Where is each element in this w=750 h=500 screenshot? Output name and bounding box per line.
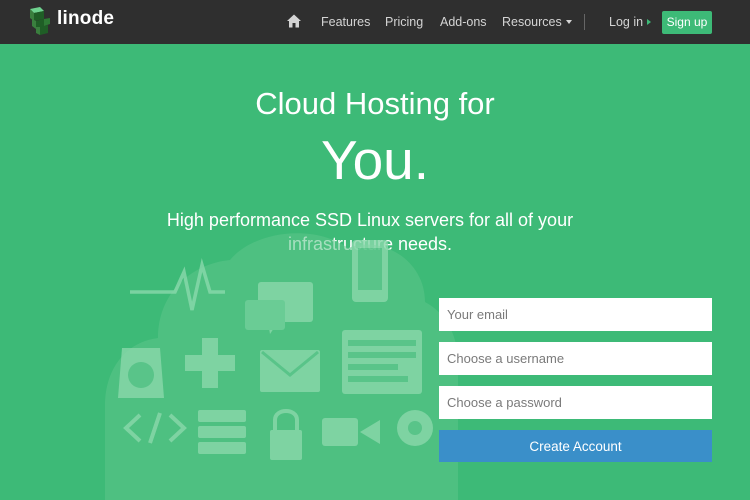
email-input[interactable] [439, 298, 712, 331]
create-account-button[interactable]: Create Account [439, 430, 712, 462]
caret-right-icon [647, 19, 652, 25]
linode-logo[interactable]: linode [26, 7, 126, 37]
hero-title: Cloud Hosting for [255, 86, 495, 121]
nav-pricing-link[interactable]: Pricing [385, 15, 423, 29]
login-link[interactable]: Log in [609, 15, 652, 29]
username-input[interactable] [439, 342, 712, 375]
brand-name: linode [57, 8, 115, 29]
login-label: Log in [609, 15, 644, 29]
home-icon[interactable] [286, 13, 302, 29]
linode-cube-icon [30, 7, 50, 35]
nav-addons-link[interactable]: Add-ons [440, 15, 487, 29]
signup-button[interactable]: Sign up [662, 11, 712, 34]
nav-features-link[interactable]: Features [321, 15, 370, 29]
nav-divider [584, 14, 585, 30]
signup-form: Create Account [439, 298, 712, 462]
password-input[interactable] [439, 386, 712, 419]
cloud-illustration [105, 233, 459, 500]
caret-down-icon [565, 20, 572, 24]
hero-emphasis: You. [320, 129, 430, 191]
nav-resources-label: Resources [502, 15, 562, 29]
top-navbar: linode Features Pricing Add-ons Resource… [0, 0, 750, 44]
nav-resources-dropdown[interactable]: Resources [502, 15, 572, 29]
